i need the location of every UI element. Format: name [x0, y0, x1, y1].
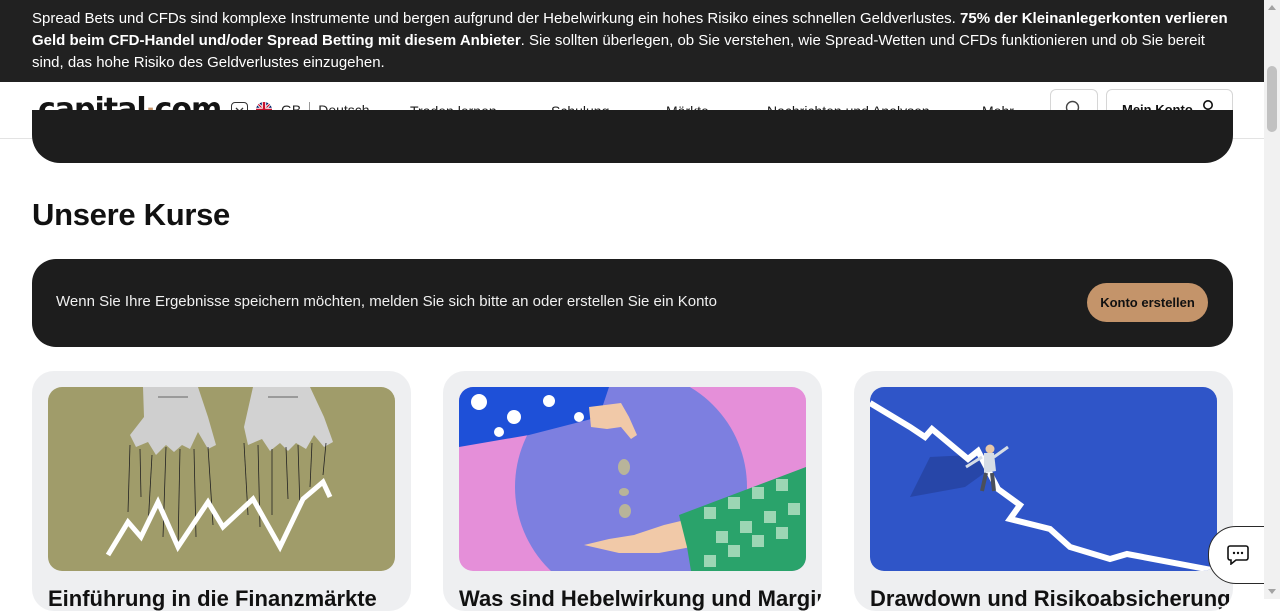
course-image-puppet-hands	[48, 387, 395, 571]
section-title: Unsere Kurse	[32, 197, 230, 232]
course-image-coins	[459, 387, 806, 571]
risk-warning-banner: Spread Bets und CFDs sind komplexe Instr…	[0, 0, 1264, 82]
course-card[interactable]: Einführung in die Finanzmärkte	[32, 371, 411, 611]
course-card[interactable]: Was sind Hebelwirkung und Margin	[443, 371, 822, 611]
course-card[interactable]: Drawdown und Risikoabsicherung	[854, 371, 1233, 611]
login-prompt-text: Wenn Sie Ihre Ergebnisse speichern möcht…	[56, 293, 717, 310]
scroll-down-arrow-icon[interactable]	[1268, 589, 1276, 594]
risk-warning-text: Spread Bets und CFDs sind komplexe Instr…	[32, 10, 961, 27]
scroll-up-arrow-icon[interactable]	[1268, 5, 1276, 10]
create-account-button[interactable]: Konto erstellen	[1087, 283, 1208, 322]
course-image-balance-line	[870, 387, 1217, 571]
vertical-scrollbar[interactable]	[1264, 0, 1280, 599]
login-prompt-bar: Wenn Sie Ihre Ergebnisse speichern möcht…	[32, 259, 1233, 347]
scrollbar-thumb[interactable]	[1267, 66, 1277, 132]
previous-section-card	[32, 110, 1233, 163]
chat-icon	[1227, 545, 1249, 565]
chat-button[interactable]	[1208, 526, 1268, 584]
